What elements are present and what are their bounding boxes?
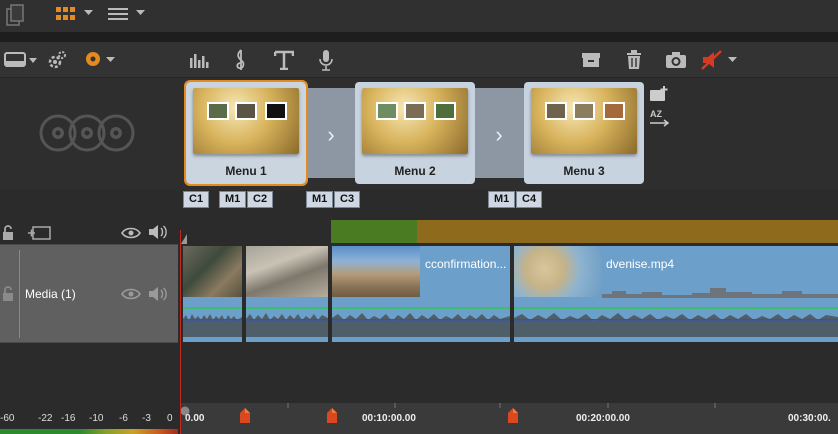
clip-thumbnail (514, 246, 602, 297)
camera-icon[interactable] (664, 49, 688, 71)
chevron-down-icon[interactable] (726, 53, 738, 67)
chapter-marker[interactable]: C1 (183, 191, 210, 208)
chapter-marker[interactable]: C2 (247, 191, 274, 208)
menu-thumbnail (362, 88, 468, 154)
microphone-icon[interactable] (316, 48, 336, 72)
trash-icon[interactable] (624, 48, 644, 72)
chevron-down-icon[interactable] (82, 6, 94, 20)
chapter-flag-icon[interactable] (507, 408, 519, 424)
record-icon[interactable] (84, 50, 102, 68)
menu-label: Menu 1 (225, 164, 267, 178)
chapter-flag-icon[interactable] (239, 408, 251, 424)
track-name[interactable]: Media (1) (25, 287, 76, 301)
menu-track-segment[interactable] (417, 220, 838, 243)
svg-text:AZ: AZ (650, 109, 662, 119)
audio-waveform (332, 307, 510, 337)
clip-thumbnail (332, 246, 420, 297)
menu-thumbnail (193, 88, 299, 154)
video-clip[interactable]: cconfirmation... (332, 246, 510, 342)
monitor-icon[interactable] (2, 48, 28, 72)
menu-label: Menu 3 (563, 164, 605, 178)
vu-level-bar (0, 429, 178, 434)
playhead-handle[interactable] (180, 403, 190, 416)
video-clip[interactable] (183, 246, 242, 342)
chapter-marker-row (0, 190, 838, 218)
audio-waveform (183, 307, 242, 337)
audio-waveform (246, 307, 328, 337)
menu-link-connector: › (306, 88, 356, 178)
add-menu-icon[interactable] (648, 84, 672, 104)
list-view-icon[interactable] (106, 4, 130, 24)
vu-label: -3 (142, 413, 151, 424)
pages-icon[interactable] (4, 2, 26, 28)
vu-label: -6 (119, 413, 128, 424)
menu-label: Menu 2 (394, 164, 436, 178)
disc-logo-icon (38, 112, 136, 154)
lock-icon[interactable] (0, 285, 18, 303)
grid-view-icon[interactable] (54, 4, 78, 24)
clip-thumbnail (183, 246, 242, 297)
chevron-down-icon[interactable] (28, 53, 38, 67)
timecode-label: 00:20:00.00 (576, 413, 630, 424)
audio-waveform (514, 307, 838, 337)
timecode-label: 0.00 (185, 413, 205, 424)
sort-az-icon[interactable]: AZ (648, 107, 672, 129)
playhead-top-marker (180, 231, 188, 244)
lock-icon[interactable] (0, 224, 18, 242)
menu-link-connector: › (474, 88, 524, 178)
eye-icon[interactable] (120, 285, 142, 303)
clip-thumbnail (246, 246, 328, 297)
video-level-graph (602, 288, 838, 298)
settings-icon[interactable] (46, 49, 68, 71)
top-separator (0, 32, 838, 42)
timecode-label: 00:10:00.00 (362, 413, 416, 424)
chapter-marker[interactable]: C3 (334, 191, 361, 208)
return-marker[interactable]: M1 (306, 191, 334, 208)
timeline-empty-area (0, 343, 838, 403)
video-clip[interactable] (246, 246, 328, 342)
archive-icon[interactable] (580, 49, 602, 71)
timecode-label: 00:30:00. (788, 413, 831, 424)
disc-menu-3[interactable]: Menu 3 (524, 82, 644, 184)
disc-menu-2[interactable]: Menu 2 (355, 82, 475, 184)
eye-icon[interactable] (120, 224, 142, 242)
chapter-flag-icon[interactable] (326, 408, 338, 424)
video-clip[interactable]: dvenise.mp4 (514, 246, 838, 342)
track-divider (19, 250, 20, 338)
chapter-marker[interactable]: C4 (516, 191, 543, 208)
menu-thumbnail (531, 88, 637, 154)
speaker-icon[interactable] (147, 222, 169, 242)
chevron-down-icon[interactable] (104, 53, 116, 67)
clip-name: dvenise.mp4 (606, 257, 675, 271)
clip-name: cconfirmation... (425, 257, 507, 271)
no-audio-icon[interactable] (700, 48, 724, 72)
chevron-down-icon[interactable] (134, 6, 146, 20)
vu-label: -16 (61, 413, 76, 424)
disc-menu-1[interactable]: Menu 1 (184, 80, 308, 186)
speaker-icon[interactable] (147, 284, 169, 304)
vu-label: -60 (0, 413, 15, 424)
vu-label: 0 (167, 413, 173, 424)
music-note-icon[interactable] (230, 48, 252, 72)
track-add-icon[interactable] (26, 224, 52, 242)
playhead-line[interactable] (180, 230, 181, 434)
return-marker[interactable]: M1 (488, 191, 516, 208)
menu-track-segment[interactable] (331, 220, 417, 243)
vu-label: -10 (89, 413, 104, 424)
return-marker[interactable]: M1 (219, 191, 247, 208)
title-icon[interactable] (272, 48, 296, 72)
audio-mixer-icon[interactable] (188, 49, 210, 71)
vu-label: -22 (38, 413, 53, 424)
